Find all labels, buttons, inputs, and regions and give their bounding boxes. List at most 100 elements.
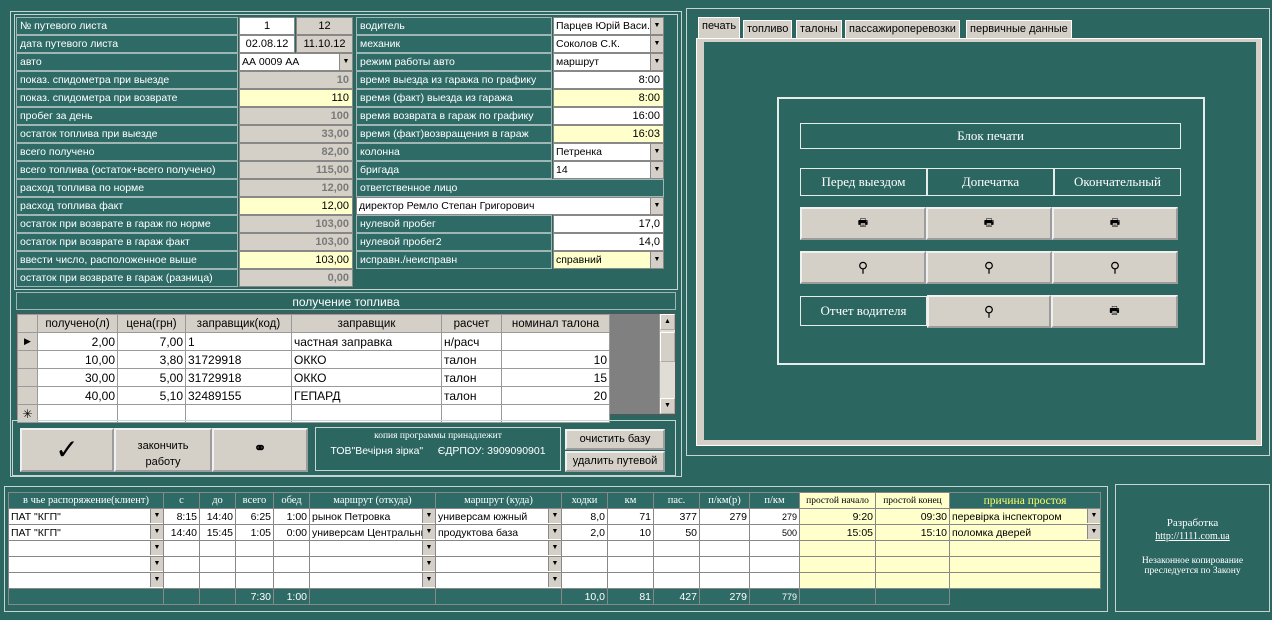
table-row[interactable]: ▶ 2,00 7,00 1 частная заправка н/расч [17,332,610,351]
route-col-header[interactable]: п/км(р) [699,492,750,509]
chevron-down-icon[interactable]: ▼ [548,573,561,587]
route-cell[interactable]: 279 [699,508,750,525]
route-cell[interactable]: ПАТ "КГП" ▼ [8,508,164,525]
route-col-header[interactable]: маршрут (откуда) [309,492,436,509]
table-row[interactable]: 10,00 3,80 31729918 ОККО талон 10 [17,350,610,369]
route-col-header[interactable]: обед [273,492,310,509]
field-value[interactable]: 8:00 [553,89,664,107]
preview-reprint-button[interactable]: ⚲ [926,251,1052,284]
chevron-down-icon[interactable]: ▼ [150,509,163,523]
route-cell[interactable]: ПАТ "КГП" ▼ [8,524,164,541]
route-cell[interactable]: ▼ [309,540,436,557]
field-select[interactable]: справний ▼ [553,251,664,269]
route-cell[interactable] [749,556,800,573]
route-cell[interactable] [235,556,274,573]
route-cell[interactable]: рынок Петровка ▼ [309,508,436,525]
field-select[interactable]: Петренка ▼ [553,143,664,161]
table-row[interactable]: 40,00 5,10 32489155 ГЕПАРД талон 20 [17,386,610,405]
chevron-down-icon[interactable]: ▼ [422,525,435,539]
fuel-scrollbar[interactable]: ▲ ▼ [659,314,675,414]
route-cell[interactable] [749,572,800,589]
table-cell[interactable]: 1 [185,332,292,351]
waybill-number-field[interactable]: 1 [239,17,295,35]
field-select[interactable]: 14 ▼ [553,161,664,179]
route-cell[interactable]: универсам южный ▼ [435,508,562,525]
preview-final-button[interactable]: ⚲ [1052,251,1178,284]
driver-report-preview-button[interactable]: ⚲ [927,295,1051,328]
field-value[interactable]: 12,00 [239,197,353,215]
route-cell[interactable] [199,540,236,557]
route-cell[interactable]: ▼ [8,572,164,589]
route-cell[interactable]: 0:00 [273,524,310,541]
tab-passengers[interactable]: пассажироперевозки [845,20,960,38]
col-header[interactable]: номинал талона [501,314,610,333]
route-col-header[interactable]: простой конец [875,492,950,509]
table-cell[interactable]: 31729918 [185,368,292,387]
col-header[interactable]: заправщик [291,314,442,333]
route-cell[interactable] [799,572,876,589]
route-cell[interactable] [561,556,608,573]
route-cell[interactable]: 8:15 [163,508,200,525]
route-col-header[interactable]: п/км [749,492,800,509]
route-cell[interactable] [561,572,608,589]
route-cell[interactable]: 50 [653,524,700,541]
chevron-down-icon[interactable]: ▼ [650,18,663,34]
table-cell[interactable] [501,332,610,351]
route-cell[interactable]: ▼ [435,556,562,573]
chevron-down-icon[interactable]: ▼ [1087,525,1100,539]
route-cell[interactable] [875,572,950,589]
route-cell[interactable]: 14:40 [199,508,236,525]
waybill-date-field[interactable]: 02.08.12 [239,35,295,53]
route-cell[interactable]: 377 [653,508,700,525]
scroll-down-icon[interactable]: ▼ [660,398,675,414]
row-selector[interactable] [17,350,38,369]
table-cell[interactable]: 3,80 [117,350,186,369]
chevron-down-icon[interactable]: ▼ [422,573,435,587]
driver-report-print-button[interactable]: 🖶 [1051,295,1178,328]
route-col-header[interactable]: до [199,492,236,509]
table-cell[interactable]: 2,00 [37,332,118,351]
route-cell[interactable]: 15:05 [799,524,876,541]
route-cell[interactable]: ▼ [435,540,562,557]
field-value[interactable]: 16:03 [553,125,664,143]
field-value[interactable]: 16:00 [553,107,664,125]
route-cell[interactable] [875,556,950,573]
route-cell[interactable]: ▼ [309,572,436,589]
route-cell[interactable] [949,540,1101,557]
route-cell[interactable]: поломка дверей ▼ [949,524,1101,541]
route-cell[interactable]: ▼ [8,556,164,573]
delete-waybill-button[interactable]: удалить путевой [565,451,665,472]
route-cell[interactable]: 9:20 [799,508,876,525]
table-row[interactable]: 30,00 5,00 31729918 ОККО талон 15 [17,368,610,387]
scroll-thumb[interactable] [660,332,675,362]
table-cell[interactable]: 32489155 [185,386,292,405]
route-row[interactable]: ▼ ▼ ▼ [8,540,1101,557]
route-cell[interactable]: 500 [749,524,800,541]
route-cell[interactable] [653,572,700,589]
route-cell[interactable] [273,540,310,557]
field-value[interactable]: 17,0 [553,215,664,233]
route-cell[interactable]: 8,0 [561,508,608,525]
table-cell[interactable]: 31729918 [185,350,292,369]
route-col-header[interactable]: маршрут (куда) [435,492,562,509]
chevron-down-icon[interactable]: ▼ [150,541,163,555]
route-cell[interactable]: 10 [607,524,654,541]
chevron-down-icon[interactable]: ▼ [548,541,561,555]
tab-primary-data[interactable]: первичные данные [966,20,1072,38]
route-cell[interactable] [699,556,750,573]
route-cell[interactable] [199,572,236,589]
table-cell[interactable]: ГЕПАРД [291,386,442,405]
chevron-down-icon[interactable]: ▼ [422,541,435,555]
route-cell[interactable] [949,556,1101,573]
route-row[interactable]: ▼ ▼ ▼ [8,556,1101,573]
clear-db-button[interactable]: очистить базу [565,429,665,450]
table-cell[interactable]: частная заправка [291,332,442,351]
route-cell[interactable] [949,572,1101,589]
print-final-button[interactable]: 🖶 [1052,207,1178,240]
route-cell[interactable] [653,556,700,573]
route-col-header[interactable]: в чье распоряжение(клиент) [8,492,164,509]
route-cell[interactable] [699,524,750,541]
chevron-down-icon[interactable]: ▼ [339,54,352,70]
table-cell[interactable]: ОККО [291,350,442,369]
route-cell[interactable] [799,556,876,573]
